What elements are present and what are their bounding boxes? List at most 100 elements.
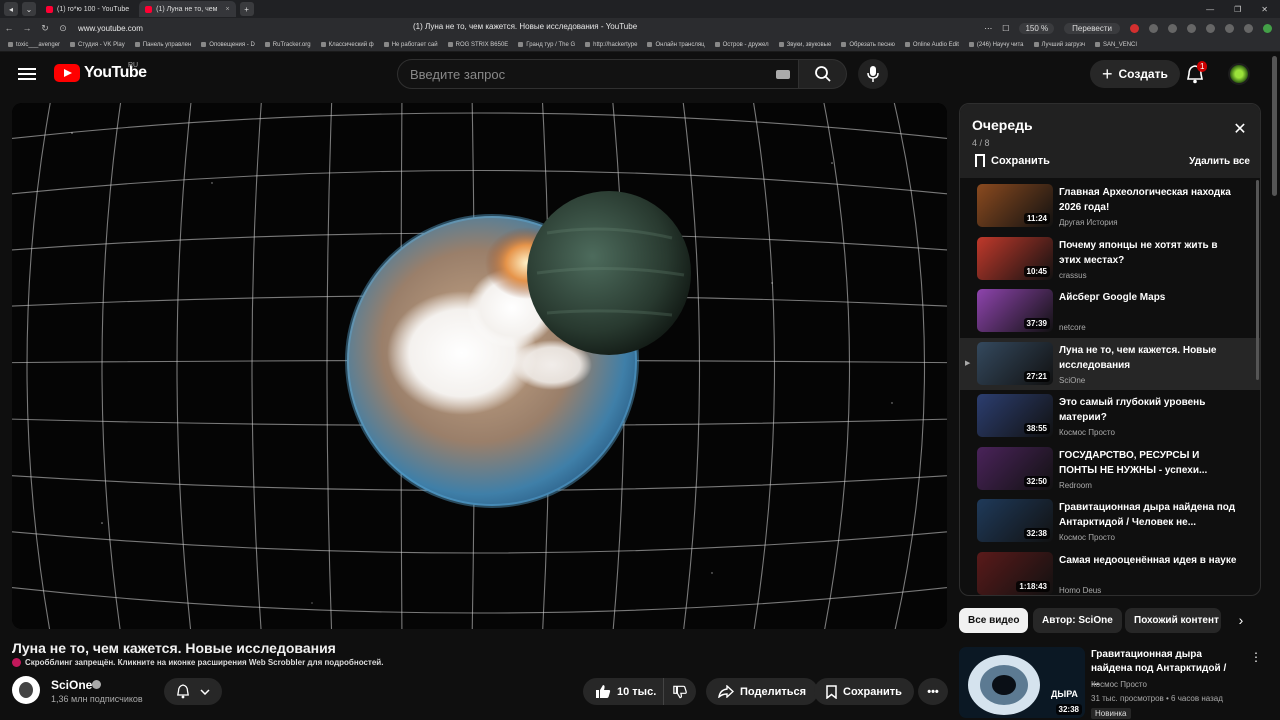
page-scrollbar[interactable] bbox=[1272, 56, 1277, 196]
more-vertical-icon[interactable]: ⋮ bbox=[1250, 650, 1262, 664]
queue-item-thumbnail[interactable]: 27:21 bbox=[977, 341, 1053, 385]
bookmark-item[interactable]: Звуки, звуковые bbox=[779, 42, 832, 48]
queue-item-thumbnail[interactable]: 32:50 bbox=[977, 446, 1053, 490]
queue-item-thumbnail[interactable]: 38:55 bbox=[977, 394, 1053, 437]
tab-label: (1) го*ю 100 - YouTube bbox=[57, 5, 130, 13]
voice-search-button[interactable] bbox=[858, 59, 888, 89]
queue-item[interactable]: ▶ 27:21 Луна не то, чем кажется. Новые исс… bbox=[960, 337, 1260, 390]
video-duration: 27:21 bbox=[1023, 370, 1050, 382]
minimize-icon[interactable]: — bbox=[1206, 5, 1214, 14]
queue-item-thumbnail[interactable]: 32:38 bbox=[977, 499, 1053, 542]
extension-icon[interactable] bbox=[1149, 23, 1158, 33]
queue-item[interactable]: 11:24 Главная Археологическая находка 202… bbox=[960, 180, 1260, 232]
zoom-indicator[interactable]: 150 % bbox=[1019, 22, 1055, 34]
remove-all-button[interactable]: Удалить все bbox=[1189, 156, 1250, 167]
scrobbler-notice: Скробблинг запрещён. Кликните на иконке … bbox=[12, 658, 383, 667]
plus-icon: + bbox=[1102, 64, 1113, 84]
site-info-icon[interactable]: ⊙ bbox=[54, 23, 72, 34]
queue-panel: Очередь 4 / 8 ✕ Сохранить Удалить все 11… bbox=[959, 103, 1261, 596]
extension-icon[interactable] bbox=[1225, 23, 1234, 33]
channel-name[interactable]: SciOne bbox=[51, 678, 92, 692]
bookmark-item[interactable]: Гранд тур / The G bbox=[518, 42, 575, 48]
chip-related[interactable]: Похожий контент bbox=[1125, 608, 1221, 633]
queue-item-thumbnail[interactable]: 10:45 bbox=[977, 236, 1053, 280]
back-icon[interactable]: ← bbox=[0, 23, 18, 33]
queue-scrollbar[interactable] bbox=[1256, 180, 1259, 380]
url-field[interactable]: www.youtube.com bbox=[78, 24, 143, 33]
bookmark-item[interactable]: http://hackertype bbox=[585, 42, 637, 48]
video-player[interactable] bbox=[12, 103, 947, 629]
bookmark-item[interactable]: Онлайн трансляц bbox=[647, 42, 704, 48]
queue-item[interactable]: 10:45 Почему японцы не хотят жить в этих … bbox=[960, 233, 1260, 285]
translate-button[interactable]: Перевести bbox=[1064, 22, 1120, 34]
close-window-icon[interactable]: ✕ bbox=[1261, 5, 1268, 14]
channel-avatar[interactable] bbox=[12, 676, 40, 704]
page-menu-icon[interactable]: ⋯ bbox=[984, 24, 992, 33]
search-input[interactable] bbox=[398, 66, 758, 82]
extension-icon[interactable] bbox=[1130, 23, 1139, 33]
bookmark-page-icon[interactable]: ☐ bbox=[1002, 24, 1009, 33]
queue-item[interactable]: 32:50 ГОСУДАРСТВО, РЕСУРСЫ И ПОНТЫ НЕ НУЖ… bbox=[960, 443, 1260, 495]
browser-tab-active[interactable]: (1) Луна не то, чем × bbox=[139, 1, 236, 17]
browser-menu-icon[interactable]: ◂ bbox=[4, 2, 18, 16]
bookmark-item[interactable]: Классический ф bbox=[321, 42, 374, 48]
like-button[interactable]: 10 тыс. bbox=[583, 678, 667, 705]
bookmark-item[interactable]: Online Audio Edit bbox=[905, 42, 959, 48]
tab-label: (1) Луна не то, чем bbox=[156, 5, 218, 13]
extension-icon[interactable] bbox=[1187, 23, 1196, 33]
tab-close-icon[interactable]: × bbox=[225, 6, 229, 13]
region-code: RU bbox=[128, 62, 139, 69]
user-avatar[interactable] bbox=[1228, 63, 1250, 85]
bookmark-item[interactable]: Не работает сай bbox=[384, 42, 438, 48]
verified-icon bbox=[92, 680, 101, 689]
bookmark-item[interactable]: SAN_VENCI bbox=[1095, 42, 1137, 48]
keyboard-icon[interactable] bbox=[776, 70, 790, 79]
close-icon[interactable]: ✕ bbox=[1232, 122, 1248, 138]
subscribed-notifications-button[interactable] bbox=[164, 678, 222, 705]
reload-icon[interactable]: ↻ bbox=[36, 23, 54, 34]
menu-icon[interactable] bbox=[18, 65, 36, 81]
extension-icon[interactable] bbox=[1168, 23, 1177, 33]
forward-icon[interactable]: → bbox=[18, 23, 36, 33]
chip-all-videos[interactable]: Все видео bbox=[959, 608, 1029, 633]
bookmark-item[interactable]: toxic___avenger bbox=[8, 42, 60, 48]
tab-list-icon[interactable]: ⌄ bbox=[22, 2, 36, 16]
queue-item[interactable]: 38:55 Это самый глубокий уровень материи?… bbox=[960, 390, 1260, 442]
chevron-right-icon[interactable]: › bbox=[1232, 612, 1250, 630]
bookmark-item[interactable]: Обрезать песню bbox=[841, 42, 895, 48]
search-button[interactable] bbox=[799, 59, 847, 89]
bookmark-item[interactable]: Лучший загрузч bbox=[1034, 42, 1086, 48]
extension-icon[interactable] bbox=[1206, 23, 1215, 33]
share-button[interactable]: Поделиться bbox=[706, 678, 819, 705]
bookmark-item[interactable]: Оповещения - D bbox=[201, 42, 255, 48]
browser-tab[interactable]: (1) го*ю 100 - YouTube bbox=[40, 1, 135, 17]
create-button[interactable]: + Создать bbox=[1090, 60, 1180, 88]
bookmark-item[interactable]: Панель управлен bbox=[135, 42, 192, 48]
new-tab-icon[interactable]: + bbox=[239, 2, 254, 16]
profile-icon[interactable] bbox=[1263, 23, 1272, 33]
queue-item-thumbnail[interactable]: 1:18:43 bbox=[977, 551, 1053, 595]
queue-item[interactable]: 1:18:43 Самая недооценённая идея в науке H… bbox=[960, 548, 1260, 596]
bookmark-item[interactable]: Остров - дружел bbox=[715, 42, 769, 48]
bookmark-item[interactable]: (246) Научу чита bbox=[969, 42, 1024, 48]
queue-item[interactable]: 32:38 Гравитационная дыра найдена под Ант… bbox=[960, 495, 1260, 547]
more-actions-button[interactable]: ••• bbox=[918, 678, 948, 705]
recommendation-thumbnail[interactable]: ДЫРА 32:38 bbox=[959, 647, 1085, 718]
queue-item-thumbnail[interactable]: 11:24 bbox=[977, 184, 1053, 227]
youtube-play-logo-icon bbox=[54, 64, 80, 82]
video-duration: 32:50 bbox=[1023, 475, 1050, 487]
save-button[interactable]: Сохранить bbox=[814, 678, 914, 705]
page-title: (1) Луна не то, чем кажется. Новые иссле… bbox=[413, 22, 638, 31]
extension-icon[interactable] bbox=[1244, 23, 1253, 33]
recommendation-channel[interactable]: Космос Просто bbox=[1091, 680, 1147, 689]
queue-item-thumbnail[interactable]: 37:39 bbox=[977, 289, 1053, 332]
dislike-button[interactable] bbox=[663, 678, 696, 705]
queue-save-button[interactable]: Сохранить bbox=[975, 154, 1050, 172]
bookmark-item[interactable]: RuTracker.org bbox=[265, 42, 311, 48]
queue-item[interactable]: 37:39 Айсберг Google Maps netcore bbox=[960, 285, 1260, 337]
maximize-icon[interactable]: ❐ bbox=[1234, 5, 1241, 14]
bookmark-item[interactable]: ROG STRIX B650E bbox=[448, 42, 509, 48]
queue-item-channel: Redroom bbox=[1059, 480, 1092, 490]
chip-author[interactable]: Автор: SciOne bbox=[1033, 608, 1122, 633]
bookmark-item[interactable]: Студия - VK Play bbox=[70, 42, 125, 48]
